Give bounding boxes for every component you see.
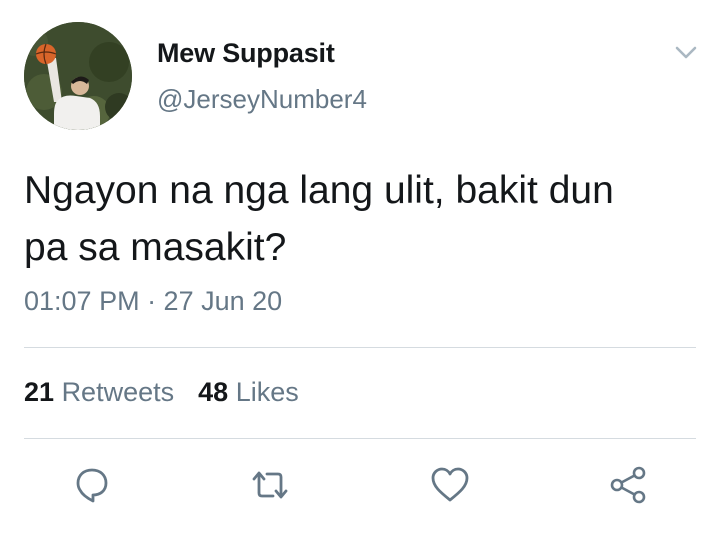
display-name[interactable]: Mew Suppasit (157, 38, 335, 69)
user-handle[interactable]: @JerseyNumber4 (157, 84, 367, 115)
reply-icon (76, 468, 108, 503)
likes-count: 48 (198, 377, 229, 407)
share-icon (610, 466, 646, 504)
chevron-down-icon (675, 46, 697, 59)
divider (24, 347, 696, 348)
divider (24, 438, 696, 439)
tweet-text-line: Ngayon na nga lang ulit, bakit dun (24, 169, 614, 212)
avatar[interactable] (24, 22, 132, 130)
more-options-button[interactable] (672, 40, 700, 64)
share-button[interactable] (606, 463, 650, 507)
retweet-icon (252, 471, 288, 499)
likes-stat[interactable]: 48 Likes (198, 377, 299, 407)
like-button[interactable] (428, 463, 472, 507)
retweets-stat[interactable]: 21 Retweets (24, 377, 174, 407)
tweet-text: Ngayon na nga lang ulit, bakit dun pa sa… (24, 162, 704, 276)
profile-photo (24, 22, 132, 130)
retweet-button[interactable] (248, 463, 292, 507)
likes-label: Likes (235, 377, 299, 407)
tweet-timestamp[interactable]: 01:07 PM · 27 Jun 20 (24, 286, 282, 317)
retweets-count: 21 (24, 377, 55, 407)
heart-icon (431, 467, 469, 502)
retweets-label: Retweets (61, 377, 175, 407)
engagement-stats: 21 Retweets 48 Likes (24, 377, 299, 408)
reply-button[interactable] (70, 463, 114, 507)
tweet-text-line: pa sa masakit? (24, 226, 287, 269)
